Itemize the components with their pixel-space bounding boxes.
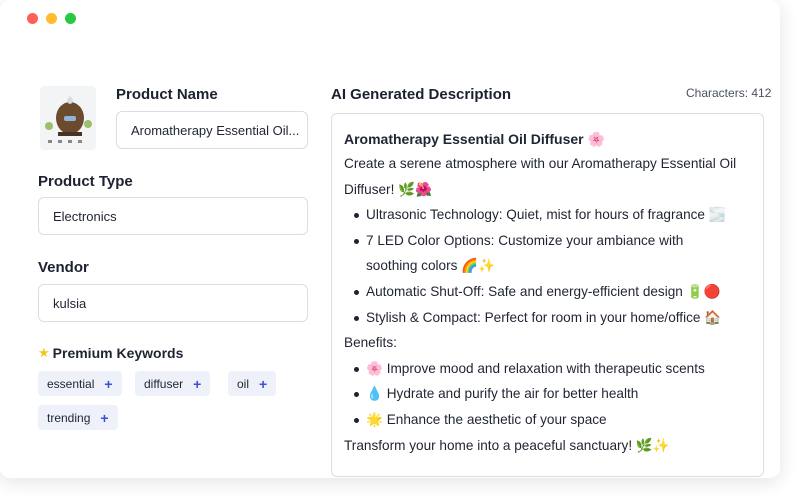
premium-keywords-label: Premium Keywords xyxy=(52,345,184,361)
feature-item: Automatic Shut-Off: Safe and energy-effi… xyxy=(344,279,751,305)
product-name-field[interactable]: Aromatherapy Essential Oil... xyxy=(116,111,308,149)
minimize-window-button[interactable] xyxy=(46,13,57,24)
diffuser-icon xyxy=(40,86,96,150)
keyword-label: oil xyxy=(237,376,250,391)
feature-item: Stylish & Compact: Perfect for room in y… xyxy=(344,305,751,331)
feature-item-cont: soothing colors 🌈✨ xyxy=(366,258,496,274)
benefits-heading: Benefits: xyxy=(344,335,397,351)
add-keyword-icon[interactable]: + xyxy=(193,376,201,392)
app-window: Product Name Aromatherapy Essential Oil.… xyxy=(0,0,780,478)
star-icon: ★ xyxy=(38,345,50,360)
description-title: Aromatherapy Essential Oil Diffuser 🌸 xyxy=(344,131,605,147)
product-name-label: Product Name xyxy=(116,86,218,103)
maximize-window-button[interactable] xyxy=(65,13,76,24)
character-count: Characters: 412 xyxy=(686,86,772,100)
keyword-chip-essential[interactable]: essential + xyxy=(38,371,122,396)
description-intro-cont: Diffuser! 🌿🌺 xyxy=(344,181,432,197)
vendor-field[interactable]: kulsia xyxy=(38,284,308,322)
benefit-item: 🌸 Improve mood and relaxation with thera… xyxy=(344,356,751,382)
description-editor[interactable]: Aromatherapy Essential Oil Diffuser 🌸 Cr… xyxy=(331,113,764,477)
window-controls xyxy=(27,13,76,24)
product-type-label: Product Type xyxy=(38,173,133,190)
add-keyword-icon[interactable]: + xyxy=(100,410,108,426)
description-closing: Transform your home into a peaceful sanc… xyxy=(344,437,670,453)
keyword-chip-oil[interactable]: oil + xyxy=(228,371,277,396)
benefit-item: 🌟 Enhance the aesthetic of your space xyxy=(344,407,751,433)
keyword-label: diffuser xyxy=(144,376,184,391)
add-keyword-icon[interactable]: + xyxy=(104,376,112,392)
keyword-label: trending xyxy=(47,410,91,425)
close-window-button[interactable] xyxy=(27,13,38,24)
product-image[interactable] xyxy=(40,86,96,150)
product-type-field[interactable]: Electronics xyxy=(38,197,308,235)
description-label: AI Generated Description xyxy=(331,86,512,103)
vendor-label: Vendor xyxy=(38,259,89,276)
feature-item: Ultrasonic Technology: Quiet, mist for h… xyxy=(344,202,751,228)
description-intro: Create a serene atmosphere with our Arom… xyxy=(344,156,737,171)
add-keyword-icon[interactable]: + xyxy=(259,376,267,392)
keyword-chip-trending[interactable]: trending + xyxy=(38,405,118,430)
premium-keywords-heading: ★ Premium Keywords xyxy=(38,345,183,361)
benefit-item: 💧 Hydrate and purify the air for better … xyxy=(344,381,751,407)
feature-item: 7 LED Color Options: Customize your ambi… xyxy=(344,228,751,254)
keyword-chip-diffuser[interactable]: diffuser + xyxy=(135,371,211,396)
keyword-label: essential xyxy=(47,376,95,391)
